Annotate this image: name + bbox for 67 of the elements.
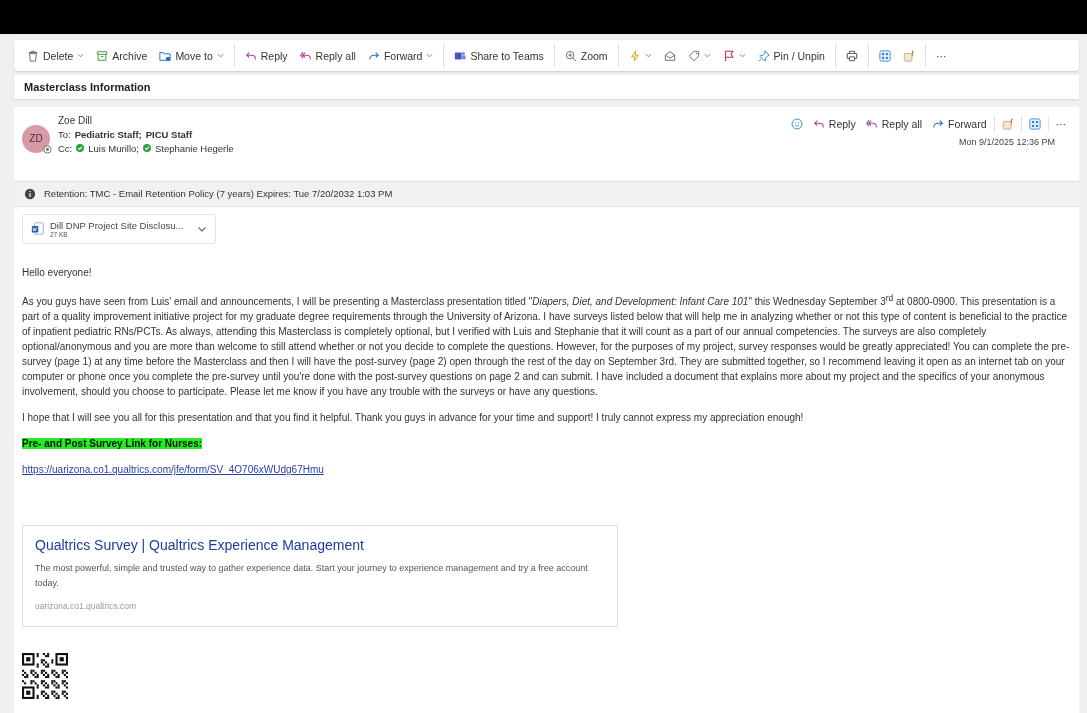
reply-icon <box>812 117 825 130</box>
email-subject: Masterclass Information <box>24 81 151 93</box>
qr-code <box>22 653 68 699</box>
preview-description: The most powerful, simple and trusted way to gather experience data. Start your journey to experience management and try a free account today. <box>35 562 589 590</box>
caret-icon <box>644 52 652 60</box>
body-paragraph: I hope that I will see you all for this presentation and that you find it helpful. Thank you guys in advance for your time and support! I truly cannot express my appreciation enough! <box>22 411 805 425</box>
toolbar-button[interactable]: ··· <box>930 46 952 65</box>
caret-icon <box>216 52 224 60</box>
attachment-name: Dill DNP Project Site Disclosu... <box>50 219 184 231</box>
message-action-button[interactable]: Reply <box>807 114 861 133</box>
recipient[interactable]: Pediatric Staff; <box>74 128 142 140</box>
toolbar-button[interactable]: Reply all <box>294 46 361 65</box>
cc-label: Cc: <box>58 142 73 154</box>
forward-icon <box>932 117 944 130</box>
apps-grid-icon <box>1028 117 1041 130</box>
reply-icon <box>244 49 257 62</box>
word-document-icon <box>31 222 44 236</box>
highlighted-heading: Pre- and Post Survey Link for Nurses: <box>22 438 203 449</box>
caret-icon <box>703 52 711 60</box>
toolbar-button[interactable]: Pin / Unpin <box>752 46 830 65</box>
toolbar-button[interactable]: Move to <box>154 46 229 65</box>
reply-all-icon <box>865 117 878 130</box>
print-icon <box>845 49 858 62</box>
add-in-icon <box>902 49 915 62</box>
emoji-icon <box>790 117 803 130</box>
body-paragraph: Hello everyone! <box>22 265 93 280</box>
trash-icon <box>27 49 39 62</box>
folder-icon <box>159 49 172 62</box>
add-in-icon <box>1001 117 1014 130</box>
pin-icon <box>757 49 770 62</box>
survey-link[interactable]: https://uarizona.co1.qualtrics.com/jfe/form/SV_4O706xWUdg67Hmu <box>22 464 324 475</box>
lightning-icon <box>628 49 641 62</box>
presence-icon <box>43 144 52 154</box>
apps-grid-icon <box>878 49 891 62</box>
cc-recipient[interactable]: Stephanie Hegerle <box>154 142 234 154</box>
caret-icon <box>77 52 85 60</box>
to-label: To: <box>58 128 71 140</box>
reply-all-icon <box>299 49 312 62</box>
flag-icon <box>722 49 735 62</box>
toolbar-button[interactable]: Delete <box>22 46 90 65</box>
toolbar-button[interactable]: Zoom <box>559 46 613 65</box>
info-icon <box>24 187 36 200</box>
tag-icon <box>687 49 700 62</box>
link-preview-card[interactable] <box>22 525 618 627</box>
envelope-icon <box>663 49 676 62</box>
toolbar-button[interactable]: Share to Teams <box>449 46 549 65</box>
forward-icon <box>367 49 380 62</box>
caret-icon <box>426 52 434 60</box>
message-action-button[interactable]: Forward <box>927 114 992 133</box>
sender-name: Zoe Dill <box>58 114 93 126</box>
message-date: Mon 9/1/2025 12:36 PM <box>958 136 1056 147</box>
message-action-button[interactable]: Reply all <box>860 114 927 133</box>
toolbar-button[interactable]: Forward <box>362 46 439 65</box>
archive-icon <box>96 49 109 62</box>
preview-title: Qualtrics Survey | Qualtrics Experience Management <box>35 538 365 553</box>
retention-text: Retention: TMC - Email Retention Policy (7 years) Expires: Tue 7/20/2032 1:03 PM <box>44 188 393 200</box>
zoom-icon <box>564 49 577 62</box>
message-action-button[interactable]: ··· <box>1050 114 1071 133</box>
cc-recipient[interactable]: Luis Murillo; <box>88 142 139 154</box>
toolbar-button[interactable]: Archive <box>91 46 153 65</box>
body-paragraph: As you guys have seen from Luis' email and announcements, I will be presenting a Masterclass presentation titled "Diapers, Diet, and Development: Infant Care 101" this Wednesday September 3$^{rd}$ at 0800-0900. This presentation is a part of a quality improvement initiative project for my graduate degree requirements through the University of Arizona. I have surveys listed below that will help me in analyzing whether or not this type of content is beneficial to the practice of inpatient pediatric RNs/PCTs. As always, attending this Masterclass is completely optional, but I verified with Luis and Stephanie that it will count as a part of our annual competencies. The surveys are also completely optional/anonymous and you are more than welcome to still attend whether or not you decide to complete the questions. However, for the purposes of my project, survey responses would be greatly appreciated! You can complete the pre-survey (page 1) at any time before the Masterclass and then I will have the post-survey (page 2) open through the rest of the day on September 3rd. They are submitted together, so I recommend leaving it open as an internet tab on your computer or phone once you complete the pre-survey until you're done with the post-survey questions on page 2 and can submit. I have included a document that explains more about my project and the specifics of your anonymous involvement, should you choose to participate. Please let me know if you have any trouble with the surveys or have any questions. <box>22 291 1071 399</box>
recipient[interactable]: PICU Staff <box>145 128 193 140</box>
toolbar-button[interactable]: Reply <box>239 46 293 65</box>
preview-domain: uarizona.co1.qualtrics.com <box>35 600 138 613</box>
teams-icon <box>454 49 467 62</box>
avatar: ZD <box>22 124 50 153</box>
caret-icon <box>738 52 746 60</box>
